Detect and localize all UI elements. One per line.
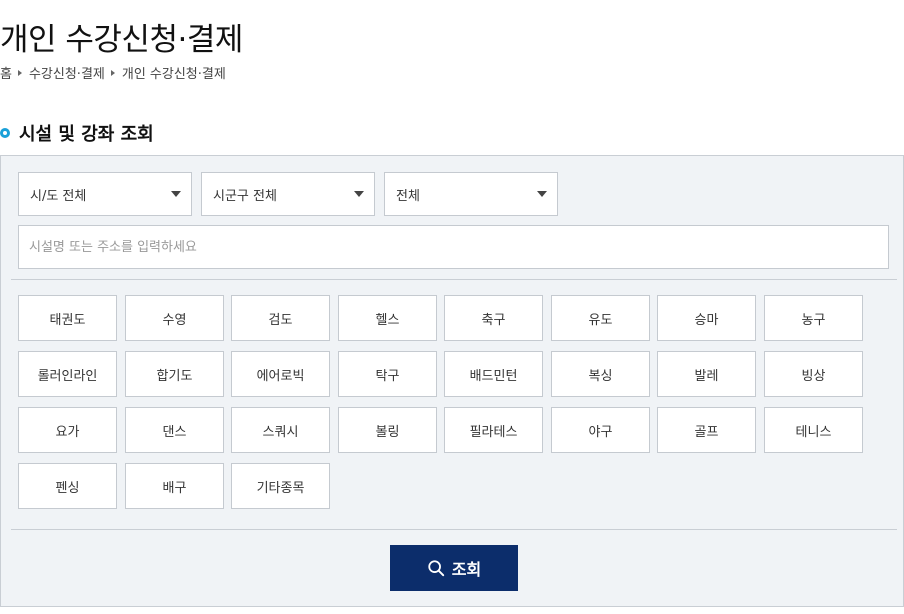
breadcrumb-separator-icon xyxy=(110,69,115,76)
sport-category-button[interactable]: 테니스 xyxy=(764,407,863,453)
sport-category-button[interactable]: 수영 xyxy=(125,295,224,341)
category-select-value: 전체 xyxy=(396,188,420,204)
sport-category-button[interactable]: 기타종목 xyxy=(231,463,330,509)
sport-category-button[interactable]: 빙상 xyxy=(764,351,863,397)
sport-category-button[interactable]: 발레 xyxy=(657,351,756,397)
sport-category-button[interactable]: 골프 xyxy=(657,407,756,453)
breadcrumb: 홈 수강신청·결제 개인 수강신청·결제 xyxy=(0,63,226,82)
breadcrumb-separator-icon xyxy=(17,69,22,76)
breadcrumb-enrollment[interactable]: 수강신청·결제 xyxy=(29,63,105,82)
facility-search-input[interactable] xyxy=(18,225,889,269)
sport-category-button[interactable]: 축구 xyxy=(444,295,543,341)
sport-category-button[interactable]: 스쿼시 xyxy=(231,407,330,453)
sport-category-button[interactable]: 배구 xyxy=(125,463,224,509)
circle-bullet-icon xyxy=(0,128,10,138)
caret-down-icon xyxy=(171,191,181,197)
divider xyxy=(11,279,897,280)
caret-down-icon xyxy=(537,191,547,197)
sport-category-button[interactable]: 필라테스 xyxy=(444,407,543,453)
search-submit-label: 조회 xyxy=(451,560,482,579)
sport-category-button[interactable]: 롤러인라인 xyxy=(18,351,117,397)
sport-category-button[interactable]: 야구 xyxy=(551,407,650,453)
sport-category-button[interactable]: 요가 xyxy=(18,407,117,453)
sport-category-button[interactable]: 펜싱 xyxy=(18,463,117,509)
sport-category-button[interactable]: 유도 xyxy=(551,295,650,341)
sport-category-button[interactable]: 태권도 xyxy=(18,295,117,341)
page-title: 개인 수강신청·결제 xyxy=(0,22,243,58)
sido-select-value: 시/도 전체 xyxy=(30,188,87,204)
sport-category-button[interactable]: 합기도 xyxy=(125,351,224,397)
sport-category-button[interactable]: 댄스 xyxy=(125,407,224,453)
sport-category-button[interactable]: 탁구 xyxy=(338,351,437,397)
section-title: 시설 및 강좌 조회 xyxy=(0,120,154,146)
sport-category-button[interactable]: 승마 xyxy=(657,295,756,341)
sport-category-button[interactable]: 볼링 xyxy=(338,407,437,453)
breadcrumb-home[interactable]: 홈 xyxy=(0,63,12,82)
sido-select[interactable]: 시/도 전체 xyxy=(18,172,192,216)
sport-category-button[interactable]: 배드민턴 xyxy=(444,351,543,397)
divider xyxy=(11,529,897,530)
search-panel: 시/도 전체 시군구 전체 전체 태권도수영검도헬스축구유도승마농구롤러인라인합… xyxy=(0,155,904,607)
sport-category-button[interactable]: 헬스 xyxy=(338,295,437,341)
sport-category-button[interactable]: 복싱 xyxy=(551,351,650,397)
search-icon xyxy=(428,560,444,577)
sigungu-select-value: 시군구 전체 xyxy=(213,188,277,204)
sport-category-button[interactable]: 에어로빅 xyxy=(231,351,330,397)
section-title-text: 시설 및 강좌 조회 xyxy=(19,124,154,145)
sport-category-button[interactable]: 농구 xyxy=(764,295,863,341)
sport-category-button[interactable]: 검도 xyxy=(231,295,330,341)
caret-down-icon xyxy=(354,191,364,197)
category-select[interactable]: 전체 xyxy=(384,172,558,216)
breadcrumb-current: 개인 수강신청·결제 xyxy=(121,67,226,82)
sigungu-select[interactable]: 시군구 전체 xyxy=(201,172,375,216)
search-submit-button[interactable]: 조회 xyxy=(390,545,518,591)
